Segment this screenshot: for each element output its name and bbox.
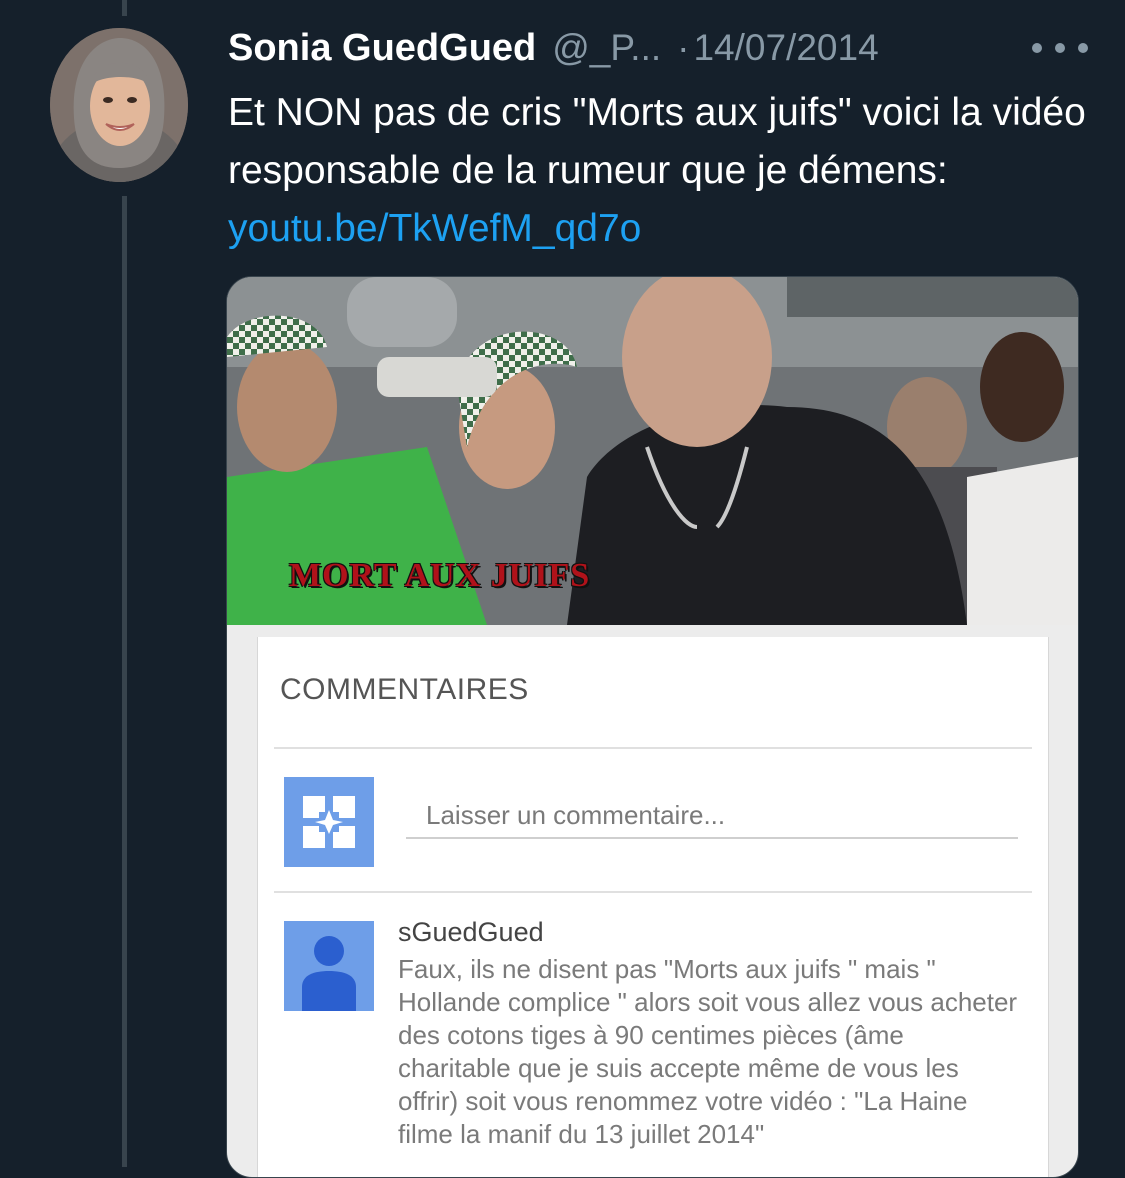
video-screenshot: MORT AUX JUIFS (227, 277, 1078, 625)
more-horizontal-icon[interactable] (1032, 28, 1088, 68)
thread-line-top (122, 0, 127, 16)
tweet-date[interactable]: 14/07/2014 (693, 27, 878, 69)
default-user-icon (284, 921, 374, 1011)
comment-input[interactable] (406, 793, 1018, 839)
author-avatar-image (50, 28, 188, 182)
comments-title: COMMENTAIRES (280, 673, 529, 706)
puzzle-avatar-icon (284, 777, 374, 867)
comments-card: COMMENTAIRES sGuedGued Faux, ils ne dise… (257, 637, 1049, 1177)
divider (274, 747, 1032, 749)
author-avatar[interactable] (50, 28, 188, 182)
comment-text: Faux, ils ne disent pas "Morts aux juifs… (398, 954, 1018, 1149)
user-handle[interactable]: @_P... (552, 27, 661, 69)
divider (274, 891, 1032, 893)
tweet-media[interactable]: MORT AUX JUIFS COMMENTAIRES sGuedGued Fa… (226, 276, 1079, 1178)
video-caption: MORT AUX JUIFS (289, 557, 591, 594)
thread-line-bottom (122, 196, 127, 1167)
tweet-header: Sonia GuedGued @_P... · 14/07/2014 (228, 22, 1088, 74)
separator-dot: · (677, 27, 690, 68)
comment-author[interactable]: sGuedGued (398, 917, 544, 948)
display-name[interactable]: Sonia GuedGued (228, 27, 536, 70)
tweet-text-body: Et NON pas de cris "Morts aux juifs" voi… (228, 91, 1086, 192)
tweet-text: Et NON pas de cris "Morts aux juifs" voi… (228, 84, 1098, 258)
tweet-link[interactable]: youtu.be/TkWefM_qd7o (228, 207, 641, 250)
